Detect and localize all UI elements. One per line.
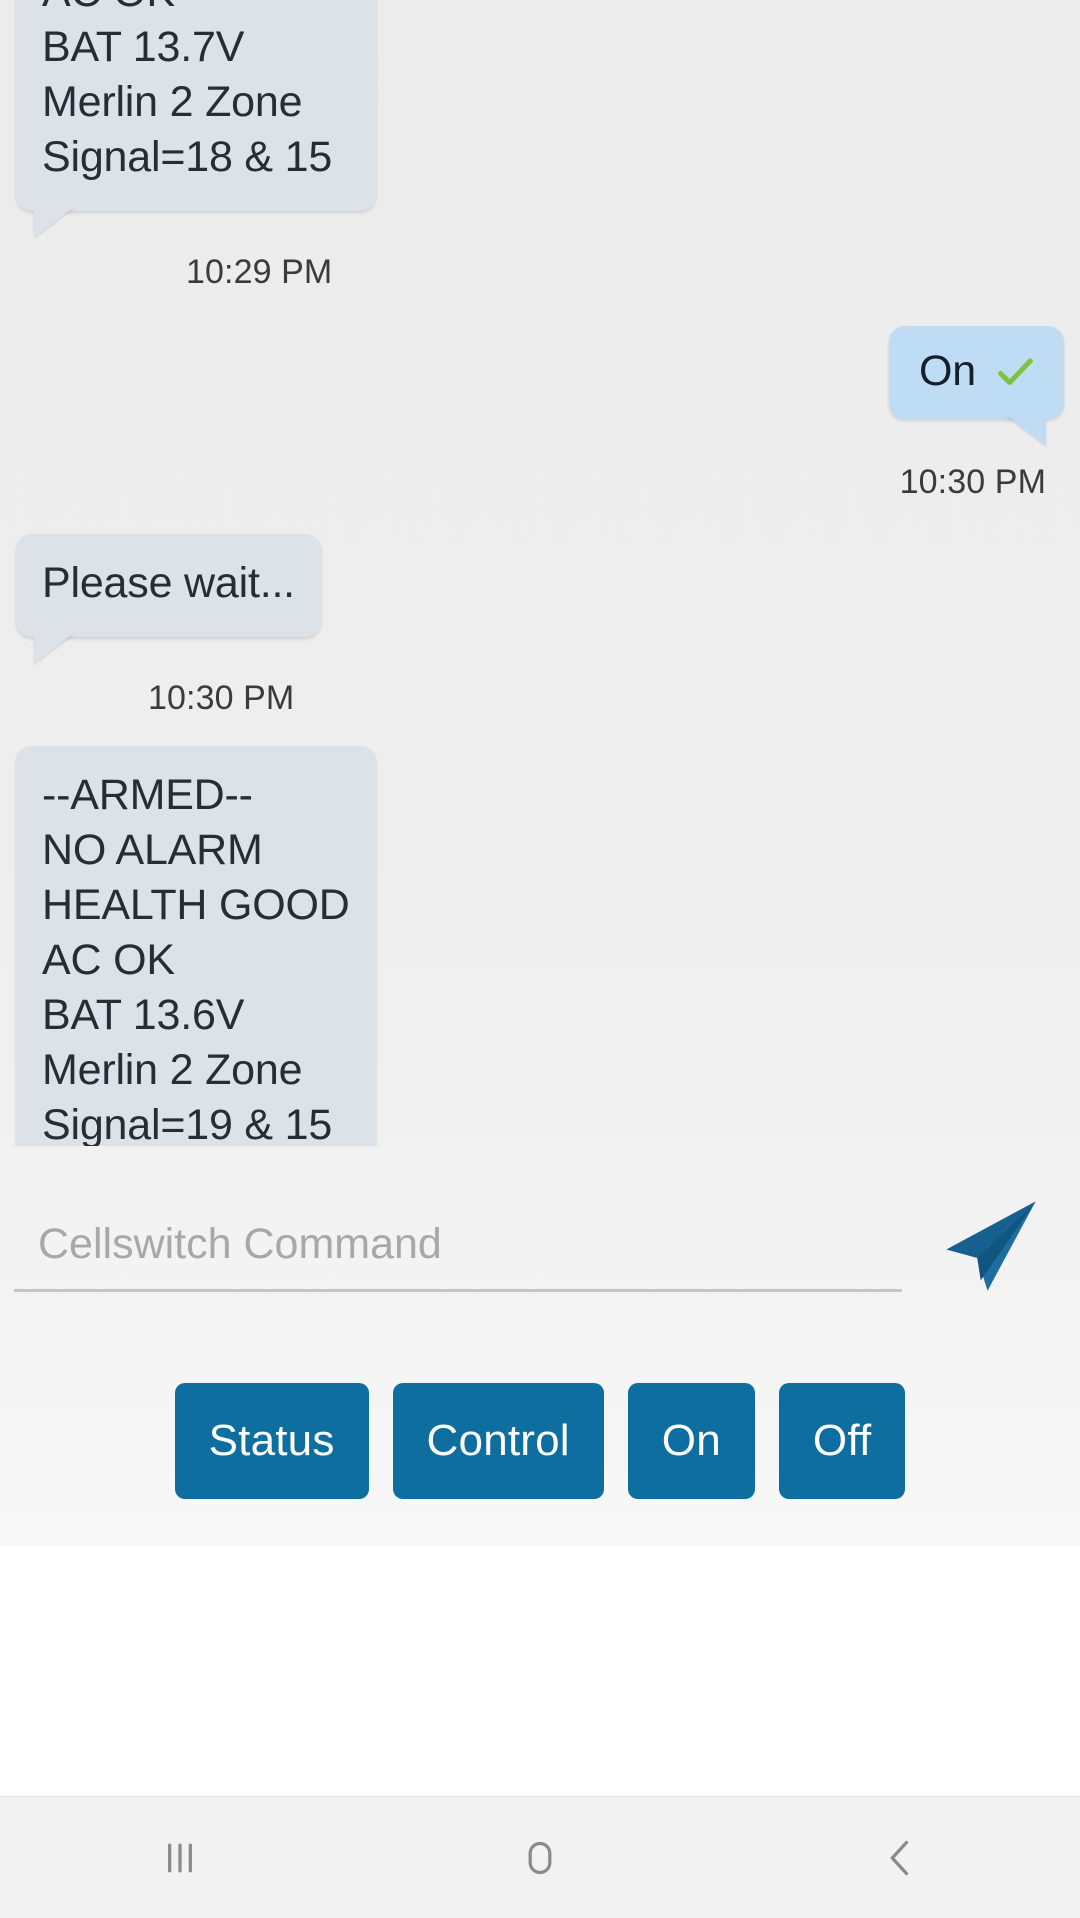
command-input[interactable] [38,1220,902,1269]
message-timestamp: 10:29 PM [186,253,333,291]
message-text: On [919,347,976,395]
back-button[interactable] [800,1797,1000,1918]
message-row: Please wait... 10:30 PM [16,534,1064,718]
message-row: --ARMED-- NO ALARM HEALTH GOOD AC OK BAT… [16,746,1064,1146]
recents-icon [168,1842,192,1873]
send-button[interactable] [916,1181,1066,1311]
message-bubble-incoming[interactable]: HEALTH GOOD AC OK BAT 13.7V Merlin 2 Zon… [16,0,376,211]
message-bubble-incoming[interactable]: Please wait... [16,534,321,637]
home-button[interactable] [440,1797,640,1918]
off-button[interactable]: Off [778,1383,906,1499]
on-button[interactable]: On [627,1383,755,1499]
message-timestamp: 10:30 PM [899,463,1046,501]
message-bubble-outgoing[interactable]: On [889,326,1064,419]
message-timestamp: 10:30 PM [148,679,295,717]
message-row: On 10:30 PM [16,326,1064,502]
quick-actions-bar: Status Control On Off [0,1346,1080,1546]
recents-button[interactable] [80,1797,280,1918]
back-icon [890,1840,909,1875]
bottom-spacer [0,1546,1080,1796]
home-icon [528,1841,552,1874]
message-thread[interactable]: HEALTH GOOD AC OK BAT 13.7V Merlin 2 Zon… [0,0,1080,1146]
message-row: HEALTH GOOD AC OK BAT 13.7V Merlin 2 Zon… [16,0,1064,292]
send-paper-plane-icon [946,1201,1036,1291]
message-bubble-incoming[interactable]: --ARMED-- NO ALARM HEALTH GOOD AC OK BAT… [16,746,376,1146]
command-input-wrapper[interactable] [14,1200,902,1292]
android-navigation-bar [0,1796,1080,1918]
control-button[interactable]: Control [392,1383,604,1499]
status-button[interactable]: Status [174,1383,369,1499]
check-icon [998,357,1033,385]
composer-bar [0,1146,1080,1346]
